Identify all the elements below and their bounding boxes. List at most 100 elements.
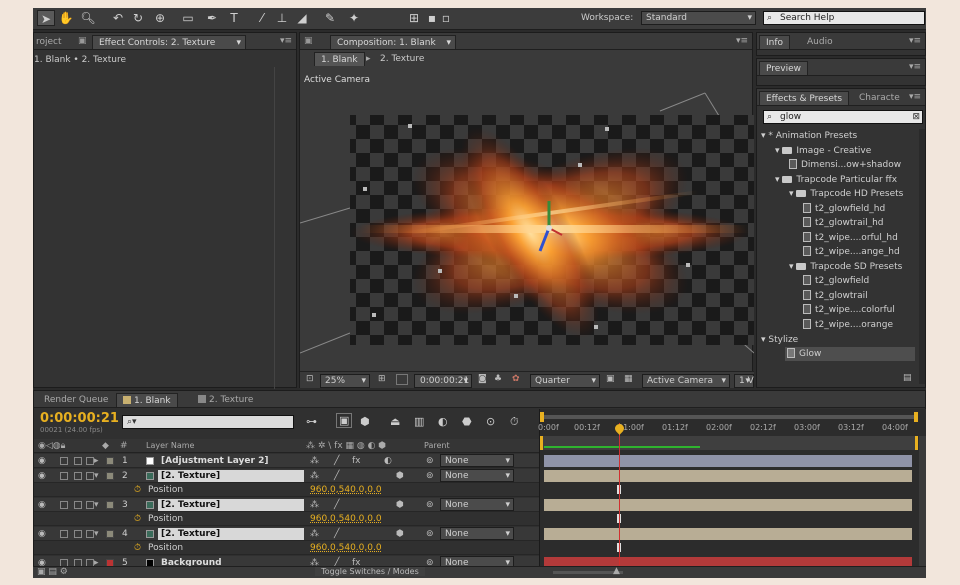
layer-name[interactable]: [2. Texture]	[158, 498, 304, 511]
property-value[interactable]: 960.0,540.0,0.0	[310, 541, 382, 555]
subtab-texture[interactable]: 2. Texture	[380, 54, 424, 64]
solo-toggle[interactable]	[74, 471, 82, 480]
region-of-interest-icon[interactable]	[396, 374, 408, 385]
parent-select[interactable]: None	[440, 468, 514, 482]
quality-switch-icon[interactable]: ╱	[334, 498, 339, 512]
parent-header[interactable]: Parent	[424, 439, 450, 453]
audio-toggle[interactable]	[60, 529, 68, 538]
layer-name[interactable]: [2. Texture]	[158, 469, 304, 482]
video-toggle-icon[interactable]: ◉	[38, 527, 46, 541]
quality-switch-icon[interactable]: ╱	[334, 454, 339, 468]
panel-menu-icon[interactable]: ▾≡	[736, 36, 748, 46]
tab-timeline-blank[interactable]: 1. Blank	[116, 393, 178, 407]
graph-editor-icon[interactable]: ⊙	[486, 415, 495, 428]
tree-folder-item[interactable]: ▾ Image - Creative	[775, 144, 871, 158]
tree-preset-item[interactable]: t2_glowtrail	[803, 289, 868, 303]
time-ruler[interactable]: 0:00f 00:12f 01:00f 01:12f 02:00f 02:12f 03:00…	[538, 423, 918, 435]
layer-name[interactable]: [Adjustment Layer 2]	[161, 454, 268, 468]
fast-previews-icon[interactable]: ▣	[606, 374, 615, 384]
pick-whip-icon[interactable]: ⊚	[426, 469, 434, 483]
rotate-tool-icon[interactable]: ↶	[109, 10, 127, 26]
timeline-layer-row[interactable]: ◉ ▸ 1 [Adjustment Layer 2] ⁂ ╱ fx ◐ ⊚ None	[34, 454, 539, 468]
timeline-property-row[interactable]: ⏱ Position 960.0,540.0,0.0	[34, 483, 539, 497]
work-area-end[interactable]	[915, 436, 918, 450]
panel-menu-icon[interactable]: ▾≡	[280, 36, 292, 46]
effects-search-input[interactable]: ⌕ glow ⊠	[763, 110, 923, 124]
type-tool-icon[interactable]: T	[225, 10, 243, 26]
roto-brush-tool-icon[interactable]: ✎	[321, 10, 339, 26]
live-update-icon[interactable]: ▣	[336, 413, 353, 428]
tab-render-queue[interactable]: Render Queue	[38, 393, 114, 407]
quality-switch-icon[interactable]: ╱	[334, 527, 339, 541]
layer-duration-bar[interactable]	[544, 527, 912, 540]
comp-viewer[interactable]	[300, 83, 754, 365]
tab-preview[interactable]: Preview	[759, 61, 809, 75]
brush-tool-icon[interactable]: ⁄	[253, 10, 271, 26]
hand-tool-icon[interactable]: ✋	[57, 10, 75, 26]
grid-icon[interactable]: ⊞	[378, 374, 386, 384]
lock-toggle[interactable]	[86, 471, 94, 480]
puppet-pin-tool-icon[interactable]: ✦	[345, 10, 363, 26]
video-toggle-icon[interactable]: ◉	[38, 498, 46, 512]
stopwatch-icon[interactable]: ⏱	[134, 483, 141, 497]
search-help-input[interactable]: ⌕ Search Help	[763, 11, 925, 25]
lock-toggle[interactable]	[86, 529, 94, 538]
label-color-swatch[interactable]	[106, 457, 114, 465]
zoom-slider-handle-icon[interactable]: ▲	[613, 566, 620, 576]
close-icon[interactable]: ▾	[236, 36, 241, 50]
effects-scrollbar[interactable]	[919, 129, 925, 384]
tree-preset-item[interactable]: t2_glowfield	[803, 274, 869, 288]
fx-switch-icon[interactable]: fx	[352, 454, 361, 468]
snapshot-icon[interactable]: ◙	[478, 374, 487, 384]
lock-icon[interactable]: ▣	[78, 36, 87, 46]
show-snapshot-icon[interactable]: ♣	[494, 374, 502, 384]
tree-preset-item[interactable]: t2_wipe....orange	[803, 318, 893, 332]
current-time-field[interactable]: 0:00:00:21	[414, 374, 472, 388]
shy-switch-icon[interactable]: ⁂	[310, 469, 319, 483]
layer-name[interactable]: [2. Texture]	[158, 527, 304, 540]
tree-effect-glow[interactable]: Glow	[785, 347, 915, 361]
magnification-icon[interactable]: ⊡	[306, 374, 314, 384]
zoom-tool-icon[interactable]: 🔍︎	[79, 10, 97, 26]
tab-project[interactable]: roject	[33, 35, 68, 49]
channel-icon[interactable]: ✿	[512, 374, 520, 384]
video-toggle-icon[interactable]: ◉	[38, 454, 46, 468]
adjustment-switch-icon[interactable]: ◐	[384, 454, 392, 468]
navigator-start-handle[interactable]	[540, 412, 544, 422]
selection-tool-icon[interactable]: ➤	[37, 10, 55, 26]
pick-whip-icon[interactable]: ⊚	[426, 527, 434, 541]
frame-blending-icon[interactable]: ▥	[414, 415, 424, 428]
layer-name-header[interactable]: Layer Name	[146, 439, 194, 453]
tab-character[interactable]: Characte	[853, 91, 906, 105]
quality-switch-icon[interactable]: ╱	[334, 469, 339, 483]
tree-folder-item[interactable]: ▾ * Animation Presets	[761, 129, 857, 143]
toggle-switches-modes-button[interactable]: Toggle Switches / Modes	[315, 567, 425, 576]
tree-preset-item[interactable]: t2_wipe....orful_hd	[803, 231, 898, 245]
lock-toggle[interactable]	[86, 457, 94, 465]
shy-switch-icon[interactable]: ⁂	[310, 454, 319, 468]
parent-select[interactable]: None	[440, 454, 514, 467]
tree-folder-item[interactable]: ▾ Trapcode SD Presets	[789, 260, 902, 274]
view-select[interactable]: Active Camera	[642, 374, 730, 388]
timeline-layer-row[interactable]: ◉ ▾ 3 [2. Texture] ⁂ ╱ ⬢ ⊚ None	[34, 497, 539, 512]
solo-toggle[interactable]	[74, 529, 82, 538]
audio-toggle[interactable]	[60, 471, 68, 480]
chevron-down-icon[interactable]: ▾	[446, 36, 451, 50]
tab-info[interactable]: Info	[759, 35, 791, 49]
property-value[interactable]: 960.0,540.0,0.0	[310, 512, 382, 526]
tab-audio[interactable]: Audio	[801, 35, 839, 49]
workspace-select[interactable]: Standard	[641, 11, 756, 25]
timeline-property-row[interactable]: ⏱ Position 960.0,540.0,0.0	[34, 512, 539, 526]
video-toggle-icon[interactable]: ◉	[38, 469, 46, 483]
timeline-layer-row[interactable]: ◉ ▾ 2 [2. Texture] ⁂ ╱ ⬢ ⊚ None	[34, 468, 539, 483]
tab-timeline-texture[interactable]: 2. Texture	[192, 393, 259, 407]
property-value[interactable]: 960.0,540.0,0.0	[310, 483, 382, 497]
timeline-property-row[interactable]: ⏱ Position 960.0,540.0,0.0	[34, 541, 539, 555]
comp-mini-flowchart-icon[interactable]: ⊶	[306, 415, 317, 428]
timeline-search-input[interactable]: ⌕▾	[122, 415, 294, 429]
disclosure-icon[interactable]: ▾	[94, 469, 99, 483]
pick-whip-icon[interactable]: ⊚	[426, 454, 434, 468]
panel-menu-icon[interactable]: ▾≡	[909, 62, 921, 72]
tree-folder-item[interactable]: ▾ Trapcode Particular ffx	[775, 173, 897, 187]
time-navigator[interactable]	[540, 411, 926, 423]
